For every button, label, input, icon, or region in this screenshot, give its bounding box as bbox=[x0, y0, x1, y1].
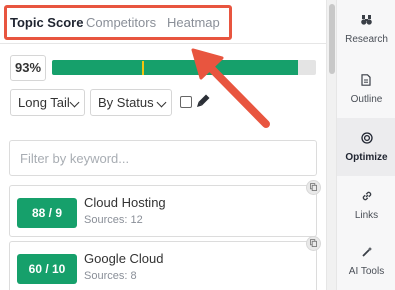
main-panel: Topic Score Competitors Heatmap 93% Long… bbox=[0, 0, 326, 290]
keyword-filter-input[interactable] bbox=[9, 140, 317, 176]
sidebar-item-outline[interactable]: Outline bbox=[337, 60, 395, 118]
target-icon bbox=[361, 132, 373, 144]
topic-score-badge: 60 / 10 bbox=[17, 254, 77, 284]
select-all-checkbox[interactable] bbox=[180, 96, 192, 108]
sidebar-item-optimize[interactable]: Optimize bbox=[337, 118, 395, 176]
topic-score-row: 93% bbox=[10, 55, 316, 81]
sidebar-item-label: AI Tools bbox=[348, 266, 385, 277]
sidebar-item-ai-tools[interactable]: AI Tools bbox=[337, 232, 395, 290]
magic-wand-icon bbox=[362, 246, 373, 257]
topic-sources: Sources: 8 bbox=[84, 270, 137, 282]
score-percent: 93% bbox=[10, 55, 46, 81]
sidebar: Research Outline Optimize Links AI Tools bbox=[336, 0, 395, 290]
document-icon bbox=[361, 74, 371, 86]
sidebar-item-label: Links bbox=[354, 210, 379, 221]
topic-card[interactable]: 88 / 9 Cloud Hosting Sources: 12 bbox=[9, 180, 321, 237]
copy-icon[interactable] bbox=[306, 180, 321, 195]
score-progress-fill bbox=[52, 60, 298, 75]
tab-bar: Topic Score Competitors Heatmap bbox=[0, 0, 326, 44]
status-select[interactable]: By Status bbox=[90, 89, 172, 116]
score-target-marker bbox=[142, 61, 144, 75]
binoculars-icon bbox=[361, 15, 372, 25]
sidebar-item-links[interactable]: Links bbox=[337, 176, 395, 234]
topic-name: Google Cloud bbox=[84, 251, 164, 266]
chevron-down-icon bbox=[69, 97, 80, 108]
keyword-type-select-value: Long Tail bbox=[18, 95, 70, 110]
filter-row: Long Tail By Status bbox=[10, 89, 316, 117]
link-icon bbox=[362, 191, 372, 201]
keyword-type-select[interactable]: Long Tail bbox=[10, 89, 85, 116]
topic-name: Cloud Hosting bbox=[84, 195, 166, 210]
sidebar-item-label: Optimize bbox=[345, 152, 388, 163]
sidebar-item-research[interactable]: Research bbox=[337, 0, 395, 58]
topic-card[interactable]: 60 / 10 Google Cloud Sources: 8 bbox=[9, 236, 321, 290]
sidebar-item-label: Research bbox=[345, 34, 388, 45]
highlighter-pen-icon[interactable] bbox=[195, 93, 211, 109]
sidebar-item-label: Outline bbox=[350, 94, 383, 105]
copy-icon[interactable] bbox=[306, 236, 321, 251]
annotation-highlight-box bbox=[4, 5, 232, 40]
topic-sources: Sources: 12 bbox=[84, 214, 143, 226]
score-progress-bar bbox=[52, 60, 316, 75]
scrollbar-thumb[interactable] bbox=[329, 4, 335, 74]
status-select-value: By Status bbox=[98, 95, 154, 110]
chevron-down-icon bbox=[156, 97, 167, 108]
scrollbar[interactable] bbox=[326, 0, 336, 290]
topic-score-badge: 88 / 9 bbox=[17, 198, 77, 228]
